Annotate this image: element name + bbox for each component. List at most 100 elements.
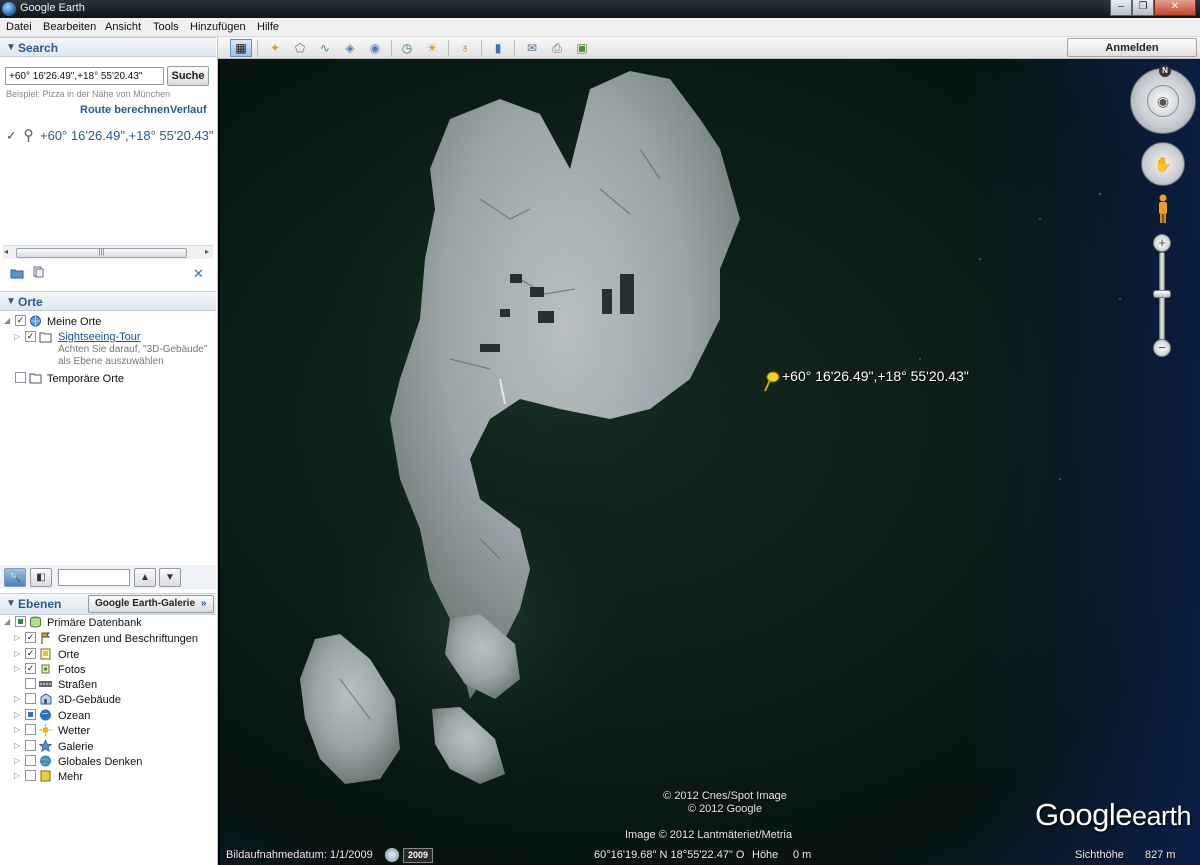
layer-borders[interactable]: Grenzen und Beschriftungen	[58, 633, 198, 645]
email-icon[interactable]: ✉	[521, 39, 543, 57]
collapse-arrow-icon[interactable]: ◢	[4, 617, 10, 626]
layer-photos[interactable]: Fotos	[58, 664, 86, 676]
tree-item-sightseeing-tour[interactable]: Sightseeing-Tour	[58, 331, 141, 343]
tree-item-my-places[interactable]: Meine Orte	[47, 316, 101, 328]
layer-search-field[interactable]	[58, 569, 130, 586]
horizontal-scrollbar[interactable]: ◂ ||| ▸	[3, 245, 213, 259]
search-input[interactable]	[5, 67, 164, 85]
record-tour-icon[interactable]: ◉	[364, 39, 386, 57]
add-polygon-icon[interactable]: ⬠	[289, 39, 311, 57]
checkbox-temporary-places[interactable]	[15, 372, 26, 383]
copy-icon[interactable]	[31, 266, 45, 278]
expand-arrow-icon[interactable]: ▷	[14, 756, 20, 765]
checkbox-global-awareness[interactable]	[25, 755, 36, 766]
menu-hilfe[interactable]: Hilfe	[257, 21, 279, 33]
search-icon[interactable]: 🔍	[4, 568, 26, 587]
expand-arrow-icon[interactable]: ▷	[14, 741, 20, 750]
sunlight-icon[interactable]: ☀	[421, 39, 443, 57]
menu-tools[interactable]: Tools	[153, 21, 179, 33]
placemark-label[interactable]: +60° 16'26.49",+18° 55'20.43"	[782, 368, 969, 384]
scroll-right-icon[interactable]: ▸	[205, 247, 209, 256]
sidebar-toggle-icon[interactable]: ▦	[230, 39, 252, 57]
layer-global-awareness[interactable]: Globales Denken	[58, 756, 142, 768]
ruler-icon[interactable]: ▮	[487, 39, 509, 57]
expand-arrow-icon[interactable]: ▷	[14, 771, 20, 780]
search-result-item[interactable]: +60° 16'26.49",+18° 55'20.43"	[40, 128, 214, 143]
checkbox-3d-buildings[interactable]	[25, 693, 36, 704]
add-path-icon[interactable]: ∿	[314, 39, 336, 57]
zoom-out-button[interactable]: −	[1153, 339, 1171, 357]
move-up-button[interactable]: ▲	[134, 568, 156, 587]
look-joystick[interactable]: ◉	[1130, 68, 1196, 134]
save-image-icon[interactable]: ▣	[571, 39, 593, 57]
close-button[interactable]: ✕	[1154, 0, 1196, 16]
historical-imagery-icon[interactable]: ◷	[396, 39, 418, 57]
pegman-icon[interactable]	[1156, 194, 1170, 224]
signin-button[interactable]: Anmelden	[1067, 38, 1197, 57]
expand-arrow-icon[interactable]: ▷	[14, 633, 20, 642]
scrollbar-thumb[interactable]: |||	[16, 248, 187, 258]
menu-bearbeiten[interactable]: Bearbeiten	[43, 21, 96, 33]
layer-ocean[interactable]: Ozean	[58, 710, 90, 722]
collapse-arrow-icon[interactable]: ◢	[4, 316, 10, 325]
checkbox-more[interactable]	[25, 770, 36, 781]
expand-arrow-icon[interactable]: ▷	[14, 725, 20, 734]
planets-icon[interactable]: ♁	[454, 39, 476, 57]
gallery-button-label: Google Earth-Galerie	[95, 598, 196, 609]
expand-arrow-icon[interactable]: ▷	[14, 649, 20, 658]
places-panel-header[interactable]: ▼ Orte	[0, 291, 216, 311]
menu-hinzufuegen[interactable]: Hinzufügen	[190, 21, 246, 33]
gallery-button[interactable]: Google Earth-Galerie »	[88, 595, 214, 613]
layer-roads[interactable]: Straßen	[58, 679, 97, 691]
checkbox-gallery[interactable]	[25, 740, 36, 751]
layer-primary-database[interactable]: Primäre Datenbank	[47, 617, 142, 629]
checkbox-borders[interactable]: ✓	[25, 632, 36, 643]
layer-weather[interactable]: Wetter	[58, 725, 90, 737]
search-button[interactable]: Suche	[167, 66, 209, 86]
expand-arrow-icon[interactable]: ▷	[14, 664, 20, 673]
checkbox-photos[interactable]: ✓	[25, 663, 36, 674]
eye-icon[interactable]: ◉	[1147, 85, 1179, 117]
route-link[interactable]: Route berechnen	[80, 104, 170, 116]
layer-more[interactable]: Mehr	[58, 771, 83, 783]
zoom-slider-thumb[interactable]	[1153, 290, 1171, 298]
checkbox-sightseeing[interactable]: ✓	[25, 331, 36, 342]
layers-panel-header[interactable]: ▼ Ebenen Google Earth-Galerie »	[0, 593, 216, 615]
move-down-button[interactable]: ▼	[159, 568, 181, 587]
maximize-button[interactable]: ❐	[1132, 0, 1154, 16]
checkbox-places[interactable]: ✓	[25, 648, 36, 659]
expand-arrow-icon[interactable]: ▷	[14, 694, 20, 703]
folder-icon	[39, 332, 52, 343]
expand-arrow-icon[interactable]: ▷	[14, 332, 20, 341]
checkbox-weather[interactable]	[25, 724, 36, 735]
north-indicator[interactable]: N	[1159, 65, 1171, 77]
historical-imagery-icon[interactable]	[385, 848, 399, 862]
history-link[interactable]: Verlauf	[170, 104, 207, 116]
add-folder-icon[interactable]	[10, 267, 24, 279]
year-badge[interactable]: 2009	[403, 848, 433, 863]
close-icon[interactable]: ✕	[193, 266, 204, 282]
minimize-button[interactable]: –	[1110, 0, 1132, 16]
print-icon[interactable]: ⎙	[546, 39, 568, 57]
checkbox-ocean[interactable]	[25, 709, 36, 720]
add-placemark-icon[interactable]: ✦	[264, 39, 286, 57]
expand-arrow-icon[interactable]: ▷	[14, 710, 20, 719]
menu-ansicht[interactable]: Ansicht	[105, 21, 141, 33]
yellow-pushpin-icon[interactable]	[762, 371, 780, 393]
image-overlay-icon[interactable]: ◈	[339, 39, 361, 57]
checkbox-primary-database[interactable]	[15, 616, 26, 627]
layer-places[interactable]: Orte	[58, 649, 79, 661]
menu-datei[interactable]: Datei	[6, 21, 32, 33]
panel-toggle-icon[interactable]: ◧	[30, 568, 52, 587]
copyright-line: © 2012 Google	[687, 803, 763, 815]
tree-item-temporary-places[interactable]: Temporäre Orte	[47, 373, 124, 385]
layer-3d-buildings[interactable]: 3D-Gebäude	[58, 694, 121, 706]
move-joystick-hand-icon[interactable]: ✋	[1141, 142, 1185, 186]
checkbox-roads[interactable]	[25, 678, 36, 689]
search-panel-header[interactable]: ▼ Search	[0, 37, 216, 57]
map-view[interactable]: +60° 16'26.49",+18° 55'20.43" ◉ N ✋ + − …	[220, 59, 1200, 865]
zoom-in-button[interactable]: +	[1153, 234, 1171, 252]
scroll-left-icon[interactable]: ◂	[4, 247, 8, 256]
layer-gallery[interactable]: Galerie	[58, 741, 93, 753]
checkbox-my-places[interactable]: ✓	[15, 315, 26, 326]
